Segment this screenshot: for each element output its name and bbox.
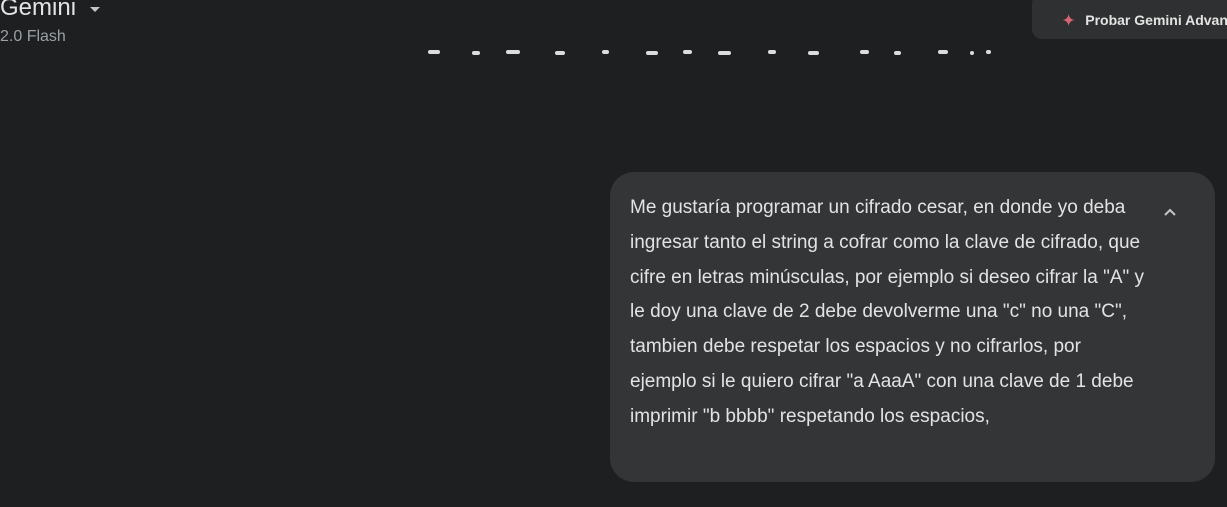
collapse-button[interactable]	[1158, 200, 1182, 224]
caret-down-icon	[90, 6, 101, 12]
chevron-up-icon	[1164, 208, 1176, 216]
app-title: Gemini	[0, 0, 77, 21]
model-switcher[interactable]: Gemini	[0, 0, 101, 24]
upgrade-label: Probar Gemini Advanced	[1085, 11, 1227, 28]
user-message-text: Me gustaría programar un cifrado cesar, …	[630, 197, 1145, 427]
sparkle-icon	[1062, 13, 1075, 26]
upgrade-button[interactable]: Probar Gemini Advanced	[1032, 0, 1227, 39]
scrolled-text-remnant	[420, 41, 1020, 61]
model-name: 2.0 Flash	[0, 28, 66, 45]
user-message-bubble: Me gustaría programar un cifrado cesar, …	[610, 172, 1215, 482]
